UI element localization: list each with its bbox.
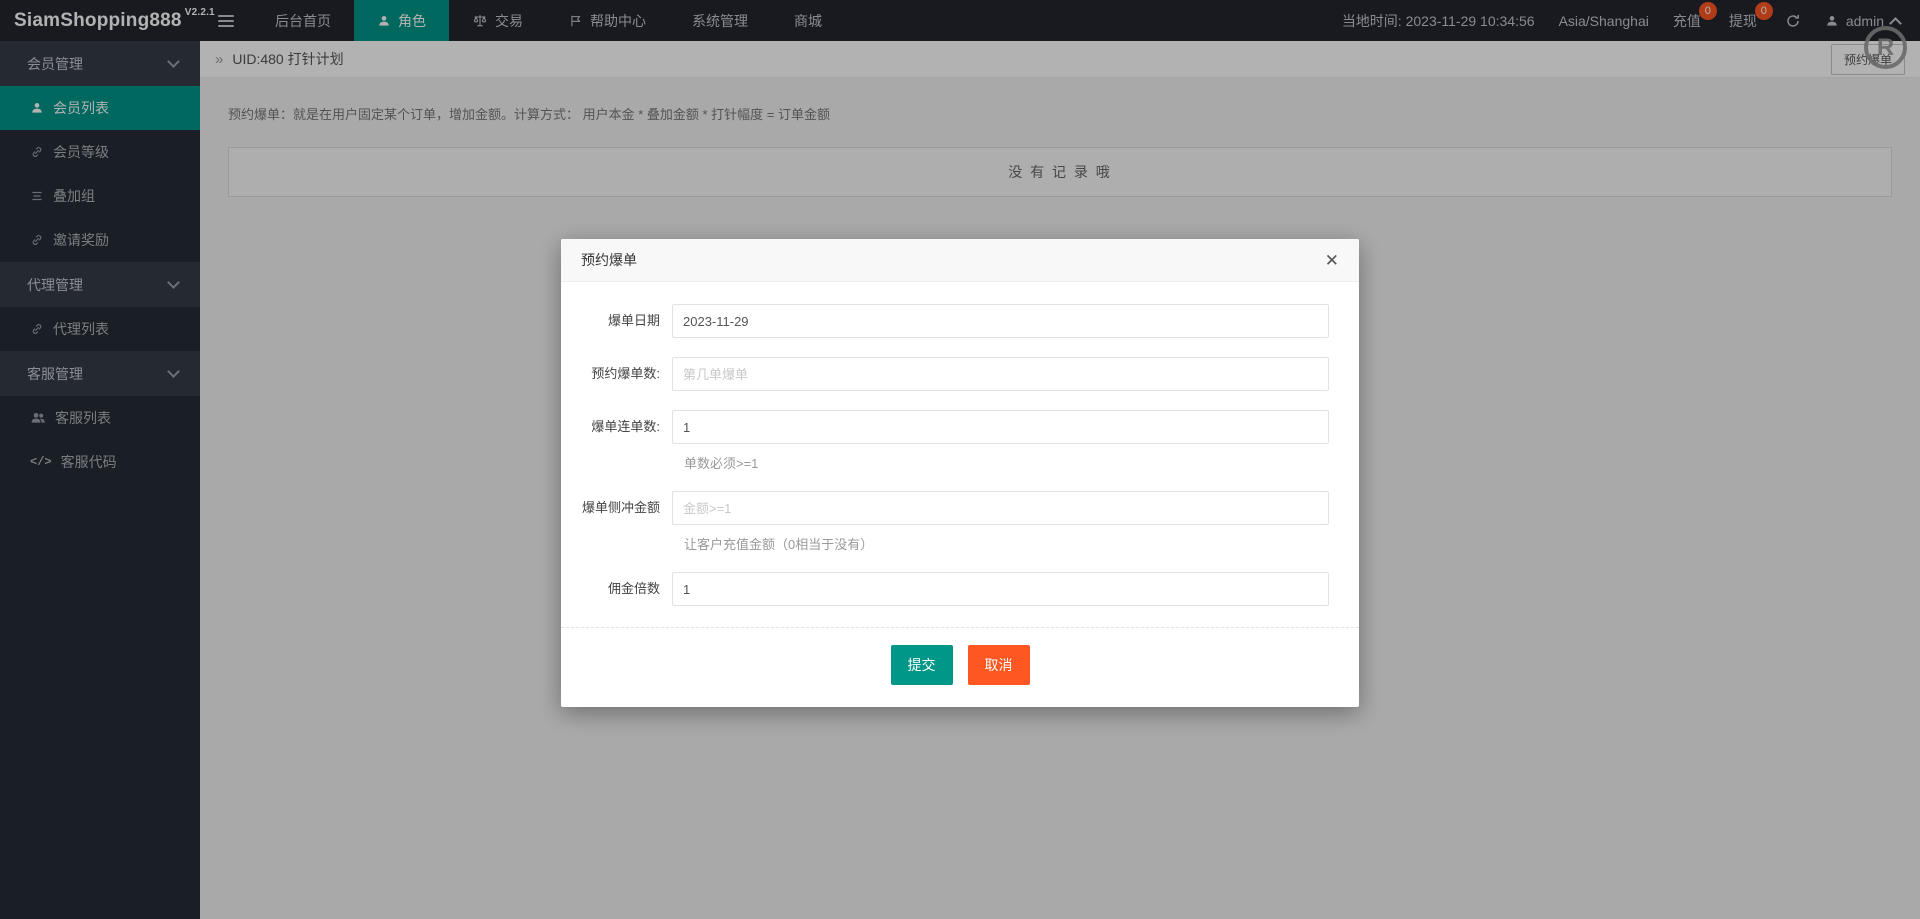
dialog-body: 爆单日期 预约爆单数: 爆单连单数: 单数必须>=1 爆单侧冲金额 让客户充值金… — [561, 282, 1359, 606]
form-row-reserve-order-number: 预约爆单数: — [571, 357, 1329, 391]
recharge-amount-hint: 让客户充值金额（0相当于没有） — [571, 534, 1329, 553]
form-row-burst-date: 爆单日期 — [571, 304, 1329, 338]
reserve-order-number-label: 预约爆单数: — [571, 357, 672, 391]
reserve-burst-order-dialog: 预约爆单 ✕ 爆单日期 预约爆单数: 爆单连单数: 单数必须>=1 爆单侧冲金额… — [561, 239, 1359, 707]
burst-date-input[interactable] — [672, 304, 1329, 338]
commission-multiplier-label: 佣金倍数 — [571, 572, 672, 606]
commission-multiplier-input[interactable] — [672, 572, 1329, 606]
dialog-footer: 提交 取消 — [561, 627, 1359, 707]
consecutive-orders-label: 爆单连单数: — [571, 410, 672, 444]
recharge-amount-label: 爆单侧冲金额 — [571, 491, 672, 525]
dialog-header: 预约爆单 ✕ — [561, 239, 1359, 282]
consecutive-orders-hint: 单数必须>=1 — [571, 453, 1329, 472]
consecutive-orders-input[interactable] — [672, 410, 1329, 444]
submit-button[interactable]: 提交 — [891, 645, 953, 685]
reserve-order-number-input[interactable] — [672, 357, 1329, 391]
close-icon[interactable]: ✕ — [1325, 252, 1339, 269]
form-row-recharge-amount: 爆单侧冲金额 让客户充值金额（0相当于没有） — [571, 491, 1329, 553]
dialog-title: 预约爆单 — [581, 250, 637, 270]
cancel-button[interactable]: 取消 — [968, 645, 1030, 685]
form-row-consecutive-orders: 爆单连单数: 单数必须>=1 — [571, 410, 1329, 472]
recharge-amount-input[interactable] — [672, 491, 1329, 525]
burst-date-label: 爆单日期 — [571, 304, 672, 338]
form-row-commission-multiplier: 佣金倍数 — [571, 572, 1329, 606]
